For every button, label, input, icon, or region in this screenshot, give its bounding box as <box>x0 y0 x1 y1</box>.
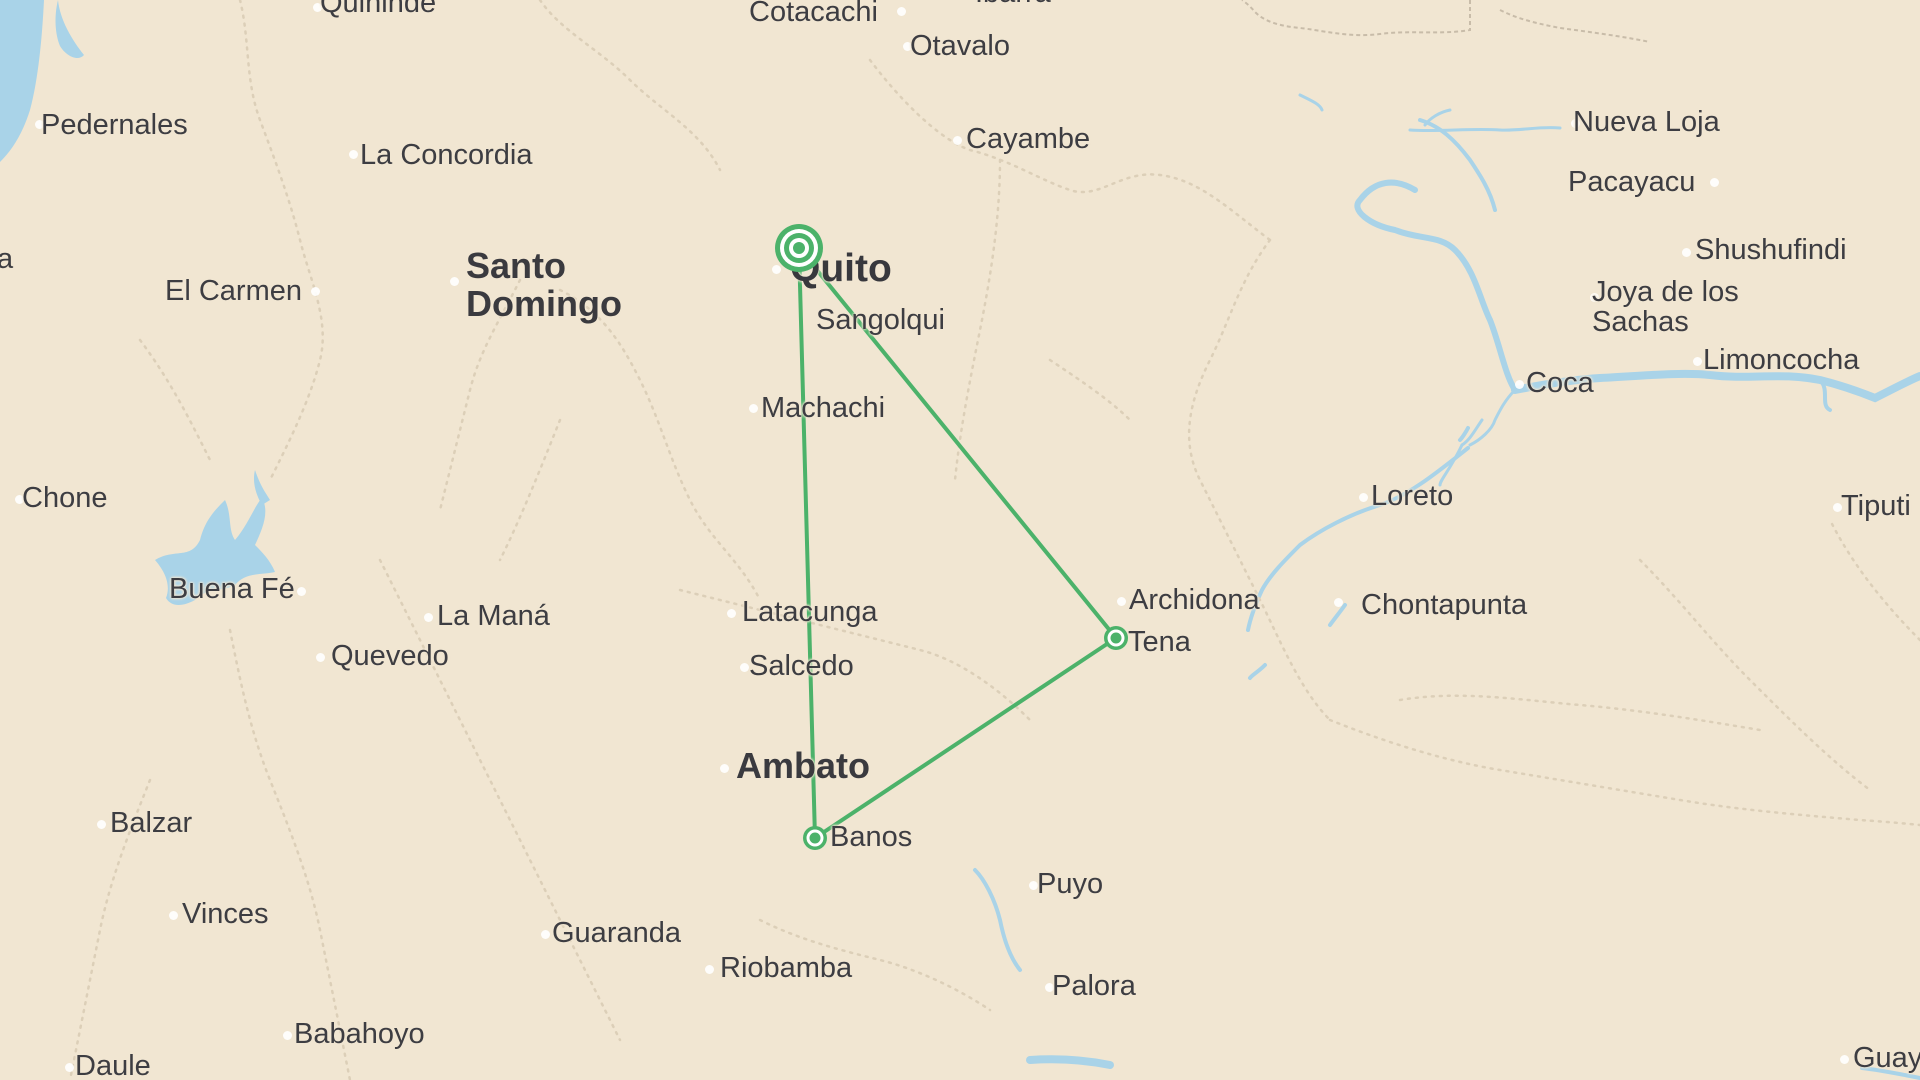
place-label-la-mana: La Maná <box>437 600 550 632</box>
place-label-tiputini: Tiputi <box>1841 490 1911 522</box>
place-label-latacunga: Latacunga <box>742 596 878 628</box>
start-marker-icon <box>775 224 823 272</box>
town-dot <box>727 609 736 618</box>
place-label-ambato: Ambato <box>736 745 870 786</box>
place-label-puyo: Puyo <box>1037 868 1104 900</box>
place-label-limoncocha: Limoncocha <box>1703 344 1860 376</box>
place-label-joya-de-los-sachas: Joya de los Sachas <box>1592 276 1739 339</box>
route-stop-banos[interactable] <box>802 825 828 851</box>
place-label-coca: Coca <box>1526 367 1594 399</box>
place-label-babahoyo: Babahoyo <box>294 1018 425 1050</box>
town-dot <box>349 150 358 159</box>
place-label-vinces: Vinces <box>182 898 269 930</box>
place-label-la-concordia: La Concordia <box>360 139 533 171</box>
place-label-palora: Palora <box>1052 970 1136 1002</box>
place-label-riobamba: Riobamba <box>720 952 853 984</box>
town-dot <box>297 587 306 596</box>
place-label-pacayacu: Pacayacu <box>1568 166 1696 198</box>
place-label-pedernales: Pedernales <box>41 109 188 141</box>
town-dot <box>740 663 749 672</box>
town-dot <box>65 1063 74 1072</box>
place-label-guayaquil: Guay <box>1853 1042 1920 1074</box>
town-dot <box>1840 1055 1849 1064</box>
town-dot <box>1693 357 1702 366</box>
town-dot <box>1359 493 1368 502</box>
place-label-machachi: Machachi <box>761 392 886 424</box>
route-stop-quito-start[interactable] <box>773 222 825 274</box>
town-dot <box>1334 598 1343 607</box>
town-dot <box>705 965 714 974</box>
route-stop-tena[interactable] <box>1103 625 1129 651</box>
place-label-cotacachi: Cotacachi <box>749 0 878 28</box>
place-label-partial-a: a <box>0 243 14 275</box>
place-label-otavalo: Otavalo <box>910 30 1010 62</box>
town-dot <box>424 613 433 622</box>
place-label-guaranda: Guaranda <box>552 917 681 949</box>
place-label-el-carmen: El Carmen <box>165 275 302 307</box>
town-dot <box>1117 597 1126 606</box>
place-label-santo-domingo: Santo Domingo <box>466 245 622 324</box>
place-label-chontapunta: Chontapunta <box>1361 589 1528 621</box>
place-label-ibarra: Ibarra <box>975 0 1051 8</box>
place-label-salcedo: Salcedo <box>749 650 854 682</box>
place-label-quevedo: Quevedo <box>331 640 449 672</box>
town-dot <box>897 7 906 16</box>
place-label-nueva-loja: Nueva Loja <box>1573 106 1720 138</box>
town-dot <box>450 277 459 286</box>
place-label-tena: Tena <box>1128 626 1191 658</box>
place-label-quininde: Quininde <box>320 0 437 19</box>
stop-marker-icon <box>803 826 827 850</box>
town-dot <box>720 764 729 773</box>
place-label-daule: Daule <box>75 1050 151 1080</box>
town-dot <box>541 930 550 939</box>
place-label-archidona: Archidona <box>1129 584 1260 616</box>
place-label-loreto: Loreto <box>1371 480 1454 512</box>
town-dot <box>1682 248 1691 257</box>
place-label-buena-fe: Buena Fé <box>169 573 295 605</box>
place-label-cayambe: Cayambe <box>966 123 1091 155</box>
place-label-shushufindi: Shushufindi <box>1695 234 1847 266</box>
town-dot <box>311 287 320 296</box>
place-label-sangolqui: Sangolqui <box>816 304 945 336</box>
place-label-banos: Banos <box>830 821 913 853</box>
town-dot <box>953 136 962 145</box>
map-canvas[interactable]: Quininde Cotacachi Ibarra Otavalo Pedern… <box>0 0 1920 1080</box>
town-dot <box>1515 380 1524 389</box>
town-dot <box>316 653 325 662</box>
town-dot <box>97 820 106 829</box>
town-dot <box>169 911 178 920</box>
town-dot <box>283 1031 292 1040</box>
town-dot <box>1710 178 1719 187</box>
town-dot <box>749 404 758 413</box>
route-layer <box>797 246 1118 840</box>
place-label-balzar: Balzar <box>110 807 193 839</box>
place-label-chone: Chone <box>22 482 108 514</box>
stop-marker-icon <box>1104 626 1128 650</box>
